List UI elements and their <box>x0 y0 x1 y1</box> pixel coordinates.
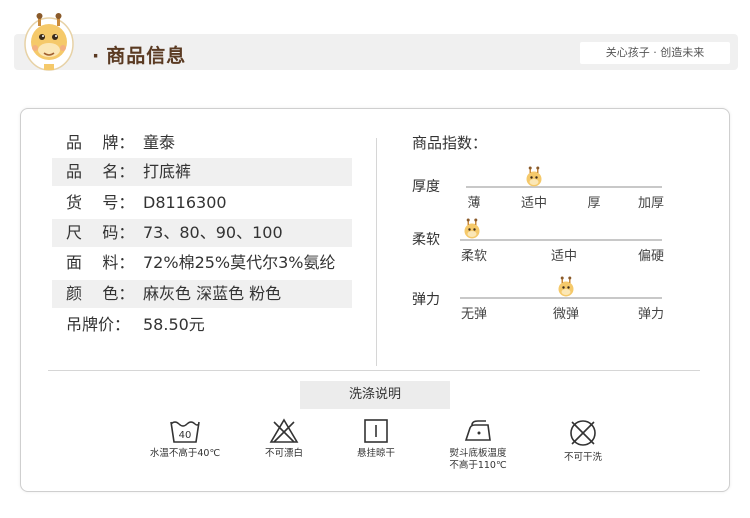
giraffe-mascot-icon <box>24 13 74 71</box>
thickness-tick: 薄 <box>467 196 481 211</box>
spec-value: 童泰 <box>143 133 176 152</box>
elasticity-marker-icon <box>558 276 574 297</box>
spec-value: 73、80、90、100 <box>143 223 283 242</box>
horizontal-divider <box>48 370 700 371</box>
softness-marker-icon <box>464 218 480 239</box>
care-text: 熨斗底板温度 不高于110℃ <box>449 448 507 471</box>
no-dry-clean-icon <box>570 420 596 446</box>
care-item-hang-dry: 悬挂晾干 <box>326 418 426 460</box>
index-title: 商品指数： <box>412 134 488 152</box>
wash-40-icon: 40 <box>170 421 200 443</box>
wash-instructions-title: 洗涤说明 <box>300 381 450 409</box>
vertical-divider <box>376 138 377 366</box>
wash-temp-label: 40 <box>179 430 192 441</box>
iron-icon <box>464 420 491 441</box>
spec-row-sku: 货 号： D8116300 <box>52 189 352 217</box>
spec-row-color: 颜 色： 麻灰色 深蓝色 粉色 <box>52 280 352 308</box>
index-label-softness: 柔软 <box>412 232 440 248</box>
thickness-track <box>466 186 662 188</box>
spec-label: 品 牌： <box>66 133 135 152</box>
spec-label: 货 号： <box>66 193 135 212</box>
elasticity-tick: 微弹 <box>552 307 580 322</box>
softness-track <box>460 239 662 241</box>
thickness-tick: 厚 <box>587 196 601 211</box>
softness-tick: 偏硬 <box>637 249 665 264</box>
spec-row-fabric: 面 料： 72%棉25%莫代尔3%氨纶 <box>52 249 352 277</box>
spec-row-name: 品 名： 打底裤 <box>52 158 352 186</box>
index-label-elasticity: 弹力 <box>412 292 440 308</box>
care-item-dry-clean: 不可干洗 <box>533 418 633 464</box>
elasticity-tick: 弹力 <box>637 307 665 322</box>
thickness-tick: 加厚 <box>637 196 665 211</box>
spec-value: 麻灰色 深蓝色 粉色 <box>143 284 282 303</box>
hang-dry-icon <box>364 419 388 443</box>
spec-value: D8116300 <box>143 193 227 212</box>
softness-tick: 适中 <box>550 249 578 264</box>
elasticity-tick: 无弹 <box>460 307 488 322</box>
spec-label: 品 名： <box>66 162 135 181</box>
spec-value: 72%棉25%莫代尔3%氨纶 <box>143 253 336 272</box>
spec-row-price: 吊牌价： 58.50元 <box>52 311 352 339</box>
softness-tick: 柔软 <box>460 249 488 264</box>
care-text: 水温不高于40℃ <box>149 448 221 459</box>
spec-value: 58.50元 <box>143 315 205 334</box>
care-text: 不可干洗 <box>563 452 602 463</box>
spec-label: 尺 码： <box>66 223 135 242</box>
spec-label: 吊牌价： <box>66 315 131 334</box>
care-text: 悬挂晾干 <box>356 448 395 459</box>
care-item-iron: 熨斗底板温度 不高于110℃ <box>428 418 528 472</box>
spec-label: 面 料： <box>66 253 135 272</box>
care-item-bleach: 不可漂白 <box>234 418 334 460</box>
section-title: · 商品信息 <box>92 45 187 67</box>
thickness-marker-icon <box>526 166 542 187</box>
spec-label: 颜 色： <box>66 284 135 303</box>
brand-slogan: 关心孩子 · 创造未来 <box>580 42 730 64</box>
thickness-tick: 适中 <box>520 196 548 211</box>
spec-row-brand: 品 牌： 童泰 <box>52 129 352 157</box>
index-label-thickness: 厚度 <box>412 179 440 195</box>
no-bleach-icon <box>269 418 299 443</box>
care-item-wash: 40 水温不高于40℃ <box>135 418 235 460</box>
spec-value: 打底裤 <box>143 162 192 181</box>
spec-row-size: 尺 码： 73、80、90、100 <box>52 219 352 247</box>
care-text: 不可漂白 <box>264 448 303 459</box>
